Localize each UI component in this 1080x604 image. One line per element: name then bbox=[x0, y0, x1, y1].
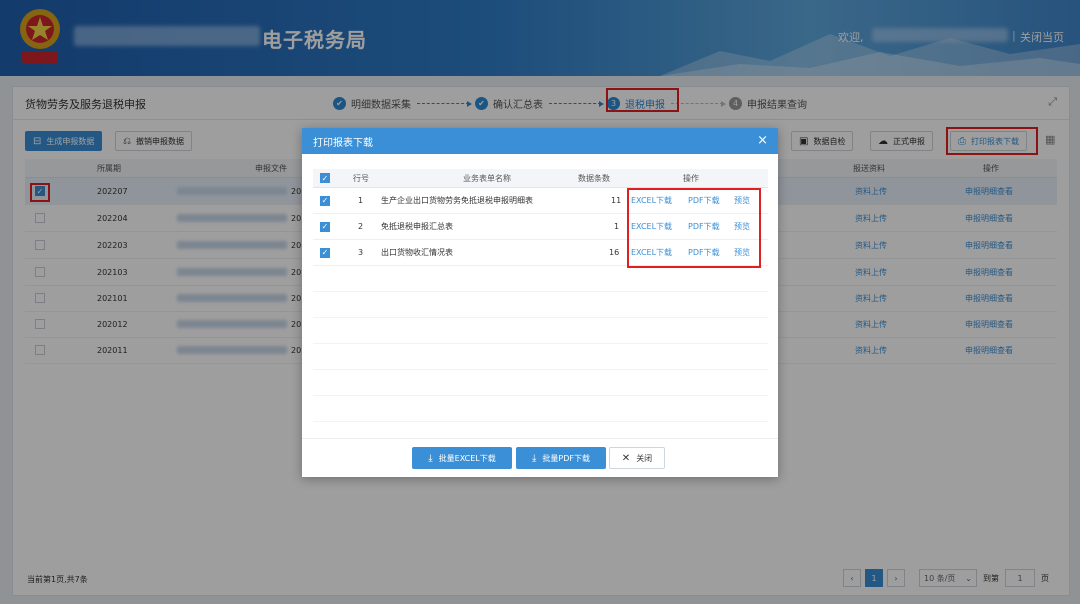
row-checkbox[interactable]: ✓ bbox=[320, 221, 330, 232]
record-count: 1 bbox=[614, 222, 620, 231]
batch-excel-download-button[interactable]: ⤓ 批量EXCEL下载 bbox=[412, 447, 512, 469]
batch-pdf-download-button[interactable]: ⤓ 批量PDF下载 bbox=[516, 447, 606, 469]
row-checkbox[interactable]: ✓ bbox=[320, 195, 330, 206]
row-checkbox[interactable]: ✓ bbox=[320, 247, 330, 258]
highlight-download-links bbox=[627, 188, 761, 268]
select-all-checkbox[interactable]: ✓ bbox=[320, 173, 330, 183]
record-count: 16 bbox=[609, 248, 620, 257]
close-dialog-button[interactable]: ✕ 关闭 bbox=[609, 447, 665, 469]
dialog-title: 打印报表下载 bbox=[313, 137, 373, 149]
empty-row bbox=[313, 396, 768, 422]
col-operations: 操作 bbox=[683, 173, 699, 183]
empty-row bbox=[313, 266, 768, 292]
dialog-footer: ⤓ 批量EXCEL下载 ⤓ 批量PDF下载 ✕ 关闭 bbox=[302, 438, 778, 478]
empty-row bbox=[313, 344, 768, 370]
batch-pdf-label: 批量PDF下载 bbox=[542, 453, 590, 463]
close-dialog-label: 关闭 bbox=[636, 453, 653, 463]
row-number: 2 bbox=[358, 222, 364, 231]
empty-row bbox=[313, 370, 768, 396]
report-table-header: ✓ 行号 业务表单名称 数据条数 操作 bbox=[313, 169, 768, 188]
record-count: 11 bbox=[611, 196, 622, 205]
col-row-number: 行号 bbox=[353, 173, 369, 183]
col-record-count: 数据条数 bbox=[578, 173, 610, 183]
dialog-header: 打印报表下载 × bbox=[302, 128, 778, 154]
print-download-dialog: 打印报表下载 × ✓ 行号 业务表单名称 数据条数 操作 ✓ 1 生产企业出口货… bbox=[302, 128, 778, 477]
row-number: 3 bbox=[358, 248, 364, 257]
form-name: 生产企业出口货物劳务免抵退税申报明细表 bbox=[381, 196, 533, 205]
download-icon: ⤓ bbox=[531, 452, 537, 464]
form-name: 免抵退税申报汇总表 bbox=[381, 222, 453, 231]
col-form-name: 业务表单名称 bbox=[463, 173, 511, 183]
form-name: 出口货物收汇情况表 bbox=[381, 248, 453, 257]
close-icon: ✕ bbox=[621, 452, 631, 464]
download-icon: ⤓ bbox=[428, 452, 433, 464]
close-icon[interactable]: × bbox=[757, 133, 768, 148]
batch-excel-label: 批量EXCEL下载 bbox=[438, 453, 496, 463]
empty-row bbox=[313, 318, 768, 344]
empty-row bbox=[313, 292, 768, 318]
row-number: 1 bbox=[358, 196, 364, 205]
